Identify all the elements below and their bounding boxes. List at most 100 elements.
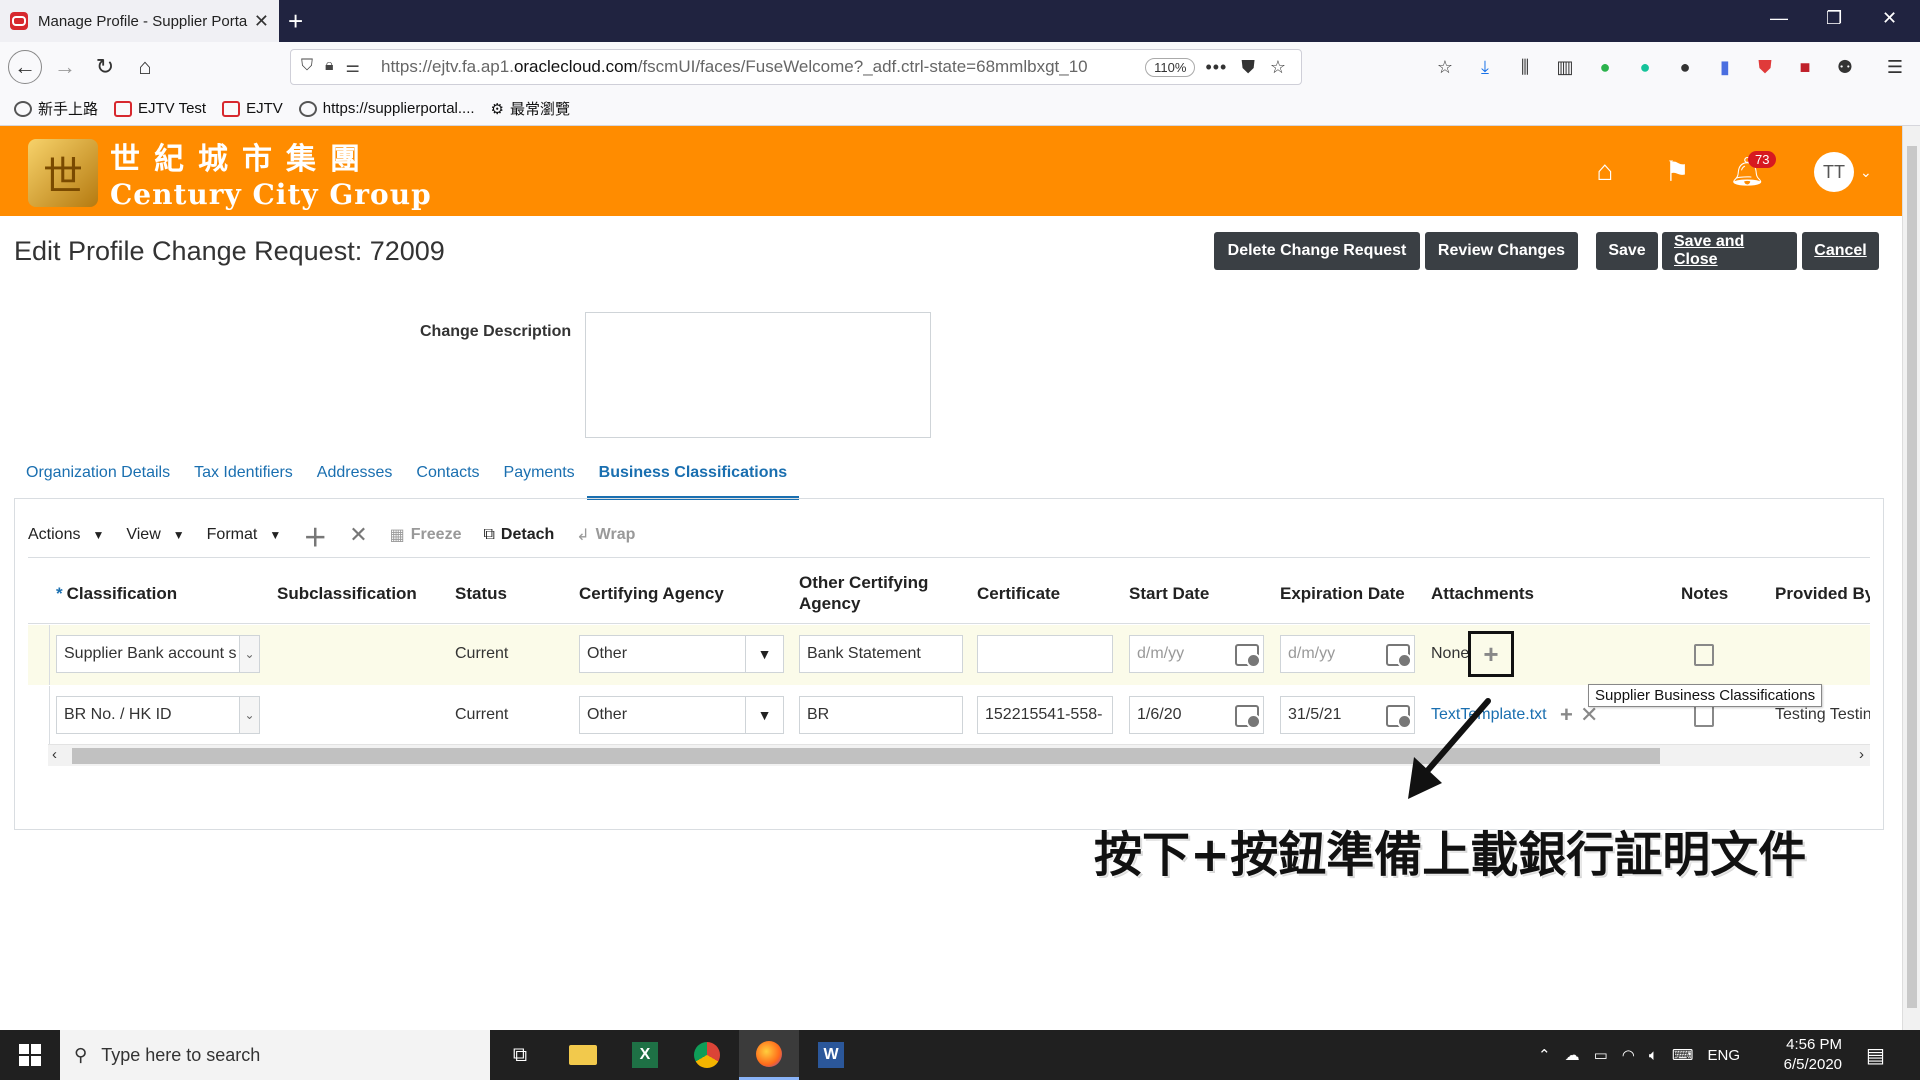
- check-extension-icon[interactable]: ●: [1594, 56, 1616, 78]
- notifications-icon[interactable]: ▤: [1866, 1030, 1885, 1080]
- browser-tab[interactable]: Manage Profile - Supplier Porta ✕: [0, 0, 279, 42]
- chevron-up-icon[interactable]: ⌃: [1538, 1046, 1551, 1064]
- close-tab-icon[interactable]: ✕: [254, 11, 269, 32]
- sidebar-icon[interactable]: ▥: [1554, 56, 1576, 78]
- calendar-icon[interactable]: [1386, 644, 1412, 668]
- expiration-date-input[interactable]: 31/5/21: [1280, 696, 1415, 734]
- add-row-icon[interactable]: ＋: [303, 518, 327, 553]
- calendar-icon[interactable]: [1235, 705, 1261, 729]
- calendar-icon[interactable]: [1235, 644, 1261, 668]
- expiration-date-input[interactable]: d/m/yy: [1280, 635, 1415, 673]
- taskbar-search[interactable]: ⚲ Type here to search: [60, 1030, 490, 1080]
- zoom-level[interactable]: 110%: [1145, 57, 1196, 77]
- save-and-close-button[interactable]: Save and Close: [1662, 232, 1797, 270]
- classification-select[interactable]: Supplier Bank account s ⌄: [56, 635, 260, 673]
- minimize-icon[interactable]: —: [1770, 8, 1788, 29]
- cancel-button[interactable]: Cancel: [1802, 232, 1879, 270]
- detach-button[interactable]: ⧉ Detach: [483, 526, 554, 544]
- flag-icon[interactable]: ⚑: [1660, 154, 1694, 188]
- extensions-icon[interactable]: ⚉: [1834, 56, 1856, 78]
- bookmark-item[interactable]: ⚙ 最常瀏覽: [491, 98, 570, 119]
- freeze-button[interactable]: ▦ Freeze: [390, 525, 462, 545]
- row-selector[interactable]: [28, 625, 50, 685]
- row-selector[interactable]: [28, 686, 50, 746]
- user-avatar[interactable]: TT: [1814, 152, 1854, 192]
- notes-icon[interactable]: [1694, 705, 1714, 727]
- new-tab-icon[interactable]: +: [288, 6, 303, 37]
- language-indicator[interactable]: ENG: [1708, 1047, 1741, 1064]
- reading-list-icon[interactable]: ☆: [1434, 56, 1456, 78]
- certifying-agency-select[interactable]: Other ▼: [579, 696, 784, 734]
- horizontal-scrollbar[interactable]: ‹ ›: [48, 744, 1870, 766]
- start-date-input[interactable]: d/m/yy: [1129, 635, 1264, 673]
- account-icon[interactable]: ●: [1674, 56, 1696, 78]
- vertical-scrollbar[interactable]: [1902, 126, 1920, 1030]
- lock-icon[interactable]: 🔒︎: [325, 57, 334, 77]
- company-logo[interactable]: 世 世紀城市集團 Century City Group: [28, 134, 432, 211]
- table-row[interactable]: Supplier Bank account s ⌄ Current Other ▼ …: [28, 625, 1870, 685]
- library-icon[interactable]: ⫼: [1514, 56, 1536, 78]
- column-header[interactable]: * Classification: [56, 562, 177, 624]
- other-agency-input[interactable]: BR: [799, 696, 963, 734]
- start-button[interactable]: [0, 1030, 60, 1080]
- certifying-agency-select[interactable]: Other ▼: [579, 635, 784, 673]
- column-header[interactable]: Provided By: [1775, 562, 1870, 624]
- wifi-icon[interactable]: ◠: [1622, 1046, 1635, 1064]
- column-header[interactable]: Certifying Agency: [579, 562, 724, 624]
- tab-business-classifications[interactable]: Business Classifications: [586, 460, 800, 500]
- column-header[interactable]: Other Certifying Agency: [799, 562, 939, 624]
- excel-icon[interactable]: X: [615, 1030, 675, 1080]
- bookmark-item[interactable]: https://supplierportal....: [298, 100, 475, 117]
- tab-addresses[interactable]: Addresses: [305, 460, 405, 500]
- reload-icon[interactable]: ↻: [88, 50, 122, 84]
- chevron-down-icon[interactable]: ⌄: [239, 697, 259, 733]
- column-header[interactable]: Start Date: [1129, 562, 1209, 624]
- volume-icon[interactable]: 🔈︎: [1649, 1047, 1658, 1064]
- tab-organization-details[interactable]: Organization Details: [14, 460, 182, 500]
- permissions-icon[interactable]: ⚌: [346, 57, 360, 77]
- scrollbar-thumb[interactable]: [1907, 146, 1917, 1008]
- shield-icon[interactable]: ⛉: [301, 57, 313, 77]
- wrap-button[interactable]: ↲ Wrap: [576, 525, 635, 545]
- start-date-input[interactable]: 1/6/20: [1129, 696, 1264, 734]
- bookmark-item[interactable]: EJTV Test: [114, 100, 206, 117]
- bookmark-extension-icon[interactable]: ▮: [1714, 56, 1736, 78]
- file-explorer-icon[interactable]: [553, 1030, 613, 1080]
- taskbar-clock[interactable]: 4:56 PM 6/5/2020: [1768, 1035, 1842, 1075]
- review-changes-button[interactable]: Review Changes: [1425, 232, 1578, 270]
- delete-row-icon[interactable]: ✕: [349, 522, 367, 548]
- certificate-input[interactable]: [977, 635, 1113, 673]
- forward-arrow-icon[interactable]: →: [48, 50, 82, 84]
- url-text[interactable]: https://ejtv.fa.ap1.oraclecloud.com/fscm…: [381, 57, 1135, 77]
- adblock-icon[interactable]: ⛊: [1754, 56, 1776, 78]
- chevron-down-icon[interactable]: ⌄: [239, 636, 259, 672]
- chrome-icon[interactable]: [677, 1030, 737, 1080]
- home-icon[interactable]: ⌂: [1588, 154, 1622, 188]
- restore-icon[interactable]: ❐: [1826, 8, 1842, 29]
- bookmark-item[interactable]: 新手上路: [14, 98, 98, 119]
- column-header[interactable]: Notes: [1681, 562, 1728, 624]
- dropdown-arrow-icon[interactable]: ▼: [745, 697, 783, 733]
- scroll-left-icon[interactable]: ‹: [52, 746, 57, 763]
- word-icon[interactable]: W: [801, 1030, 861, 1080]
- actions-menu[interactable]: Actions: [28, 526, 104, 544]
- column-header[interactable]: Status: [455, 562, 507, 624]
- keyboard-icon[interactable]: ⌨: [1672, 1046, 1694, 1064]
- pocket-icon[interactable]: ⛊: [1241, 57, 1256, 78]
- certificate-input[interactable]: 152215541-558-: [977, 696, 1113, 734]
- close-window-icon[interactable]: ✕: [1882, 8, 1897, 29]
- column-header[interactable]: Expiration Date: [1280, 562, 1405, 624]
- tab-payments[interactable]: Payments: [492, 460, 587, 500]
- classification-select[interactable]: BR No. / HK ID ⌄: [56, 696, 260, 734]
- more-actions-icon[interactable]: •••: [1205, 57, 1227, 78]
- firefox-icon[interactable]: [739, 1030, 799, 1080]
- add-attachment-icon[interactable]: +: [1468, 631, 1514, 677]
- column-header[interactable]: Subclassification: [277, 562, 417, 624]
- dropdown-arrow-icon[interactable]: ▼: [745, 636, 783, 672]
- scroll-right-icon[interactable]: ›: [1859, 746, 1864, 763]
- download-icon[interactable]: ⤓: [1474, 56, 1496, 78]
- chevron-down-icon[interactable]: ⌄: [1860, 164, 1872, 181]
- column-header[interactable]: Attachments: [1431, 562, 1534, 624]
- task-view-icon[interactable]: ⧉: [490, 1030, 550, 1080]
- home-icon[interactable]: ⌂: [128, 50, 162, 84]
